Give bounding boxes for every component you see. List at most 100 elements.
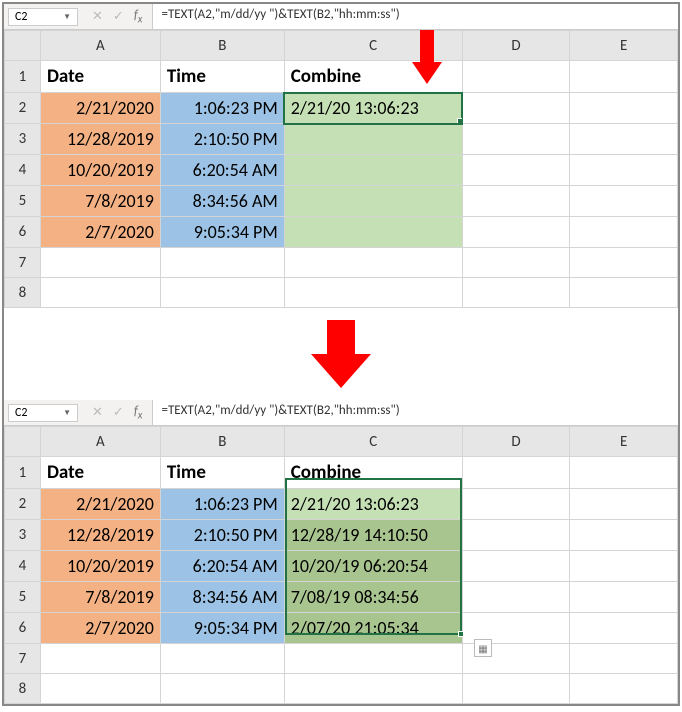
cell[interactable]: 9:05:34 PM (160, 217, 284, 248)
cell[interactable] (570, 155, 678, 186)
row-header[interactable]: 6 (5, 217, 41, 248)
cell[interactable]: 2:10:50 PM (160, 124, 284, 155)
row-header[interactable]: 7 (5, 248, 41, 278)
cell[interactable]: 2:10:50 PM (160, 520, 284, 551)
cell[interactable] (462, 61, 570, 93)
cell[interactable] (40, 248, 160, 278)
cell[interactable]: Time (160, 61, 284, 93)
col-header-B[interactable]: B (160, 427, 284, 457)
cell[interactable]: 8:34:56 AM (160, 582, 284, 613)
cell[interactable]: 12/28/19 14:10:50 (284, 520, 462, 551)
cell[interactable] (160, 248, 284, 278)
spreadsheet-grid-before[interactable]: A B C D E 1 Date Time Combine 2 2/21/202… (4, 30, 678, 308)
row-header[interactable]: 5 (5, 186, 41, 217)
row-header[interactable]: 2 (5, 93, 41, 124)
name-box[interactable]: C2 ▼ (8, 8, 78, 26)
fx-icon[interactable]: fx (134, 8, 143, 26)
col-header-C[interactable]: C (284, 427, 462, 457)
cell[interactable]: 8:34:56 AM (160, 186, 284, 217)
row-header[interactable]: 8 (5, 674, 41, 704)
cell[interactable]: 6:20:54 AM (160, 551, 284, 582)
cell[interactable] (462, 217, 570, 248)
row-header[interactable]: 3 (5, 124, 41, 155)
fx-icon[interactable]: fx (134, 404, 143, 422)
autofill-options-icon[interactable]: ▦ (474, 639, 492, 657)
cell[interactable] (40, 278, 160, 308)
cell[interactable]: 12/28/2019 (40, 520, 160, 551)
cell[interactable] (570, 457, 678, 489)
cell[interactable]: Date (40, 61, 160, 93)
row-header[interactable]: 2 (5, 489, 41, 520)
cell[interactable]: 1:06:23 PM (160, 93, 284, 124)
cell[interactable] (284, 674, 462, 704)
cell[interactable] (570, 217, 678, 248)
name-box[interactable]: C2 ▼ (8, 404, 78, 422)
col-header-A[interactable]: A (40, 31, 160, 61)
cell[interactable]: 2/21/2020 (40, 489, 160, 520)
col-header-B[interactable]: B (160, 31, 284, 61)
select-all-corner[interactable] (5, 31, 41, 61)
cell[interactable] (462, 93, 570, 124)
cell[interactable] (284, 124, 462, 155)
cell[interactable] (462, 155, 570, 186)
row-header[interactable]: 4 (5, 551, 41, 582)
cell[interactable] (462, 457, 570, 489)
cell[interactable] (570, 520, 678, 551)
cell[interactable]: Time (160, 457, 284, 489)
cell[interactable] (462, 124, 570, 155)
col-header-D[interactable]: D (462, 427, 570, 457)
cell[interactable] (462, 278, 570, 308)
cell[interactable]: 6:20:54 AM (160, 155, 284, 186)
cancel-icon[interactable]: ✕ (92, 405, 103, 420)
formula-input[interactable]: =TEXT(A2,"m/dd/yy ")&TEXT(B2,"hh:mm:ss") (152, 400, 678, 425)
cell[interactable] (570, 644, 678, 674)
cell[interactable]: 9:05:34 PM (160, 613, 284, 644)
cell[interactable] (284, 644, 462, 674)
cell-selected[interactable]: 2/21/20 13:06:23 (284, 93, 462, 124)
cell[interactable] (40, 674, 160, 704)
cell[interactable] (284, 186, 462, 217)
col-header-E[interactable]: E (570, 427, 678, 457)
cancel-icon[interactable]: ✕ (92, 9, 103, 24)
col-header-D[interactable]: D (462, 31, 570, 61)
cell[interactable]: 1:06:23 PM (160, 489, 284, 520)
cell[interactable] (570, 93, 678, 124)
cell[interactable] (284, 278, 462, 308)
cell[interactable]: 2/21/20 13:06:23 (284, 489, 462, 520)
row-header[interactable]: 5 (5, 582, 41, 613)
row-header[interactable]: 3 (5, 520, 41, 551)
cell[interactable] (462, 248, 570, 278)
formula-input[interactable]: =TEXT(A2,"m/dd/yy ")&TEXT(B2,"hh:mm:ss") (152, 4, 678, 29)
cell[interactable] (570, 613, 678, 644)
cell[interactable] (40, 644, 160, 674)
select-all-corner[interactable] (5, 427, 41, 457)
confirm-icon[interactable]: ✓ (113, 9, 124, 24)
cell[interactable] (284, 248, 462, 278)
cell[interactable] (570, 186, 678, 217)
cell[interactable]: 10/20/2019 (40, 551, 160, 582)
cell[interactable] (462, 674, 570, 704)
cell[interactable]: 10/20/19 06:20:54 (284, 551, 462, 582)
cell[interactable]: 2/21/2020 (40, 93, 160, 124)
col-header-E[interactable]: E (570, 31, 678, 61)
cell[interactable] (160, 674, 284, 704)
cell[interactable]: 2/07/20 21:05:34 (284, 613, 462, 644)
cell[interactable]: 7/8/2019 (40, 186, 160, 217)
row-header[interactable]: 4 (5, 155, 41, 186)
cell[interactable] (462, 520, 570, 551)
cell[interactable]: 7/08/19 08:34:56 (284, 582, 462, 613)
row-header[interactable]: 1 (5, 457, 41, 489)
cell[interactable]: Combine (284, 457, 462, 489)
row-header[interactable]: 7 (5, 644, 41, 674)
row-header[interactable]: 6 (5, 613, 41, 644)
row-header[interactable]: 1 (5, 61, 41, 93)
cell[interactable]: 12/28/2019 (40, 124, 160, 155)
cell[interactable] (570, 248, 678, 278)
cell[interactable] (570, 61, 678, 93)
cell[interactable]: 2/7/2020 (40, 613, 160, 644)
col-header-A[interactable]: A (40, 427, 160, 457)
cell[interactable] (462, 551, 570, 582)
cell[interactable] (570, 124, 678, 155)
confirm-icon[interactable]: ✓ (113, 405, 124, 420)
spreadsheet-grid-after[interactable]: A B C D E 1 Date Time Combine 2 2/21/202… (4, 426, 678, 704)
